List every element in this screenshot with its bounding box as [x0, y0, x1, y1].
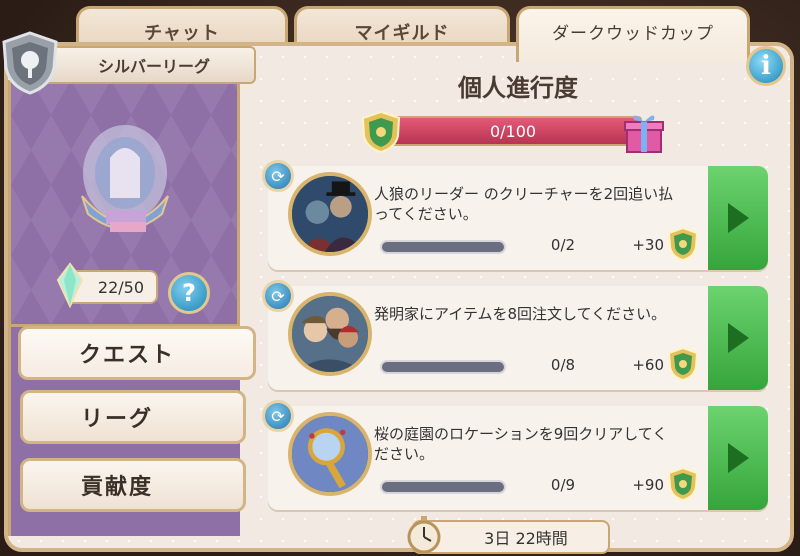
play-icon [728, 323, 749, 353]
tab-label: ダークウッドカップ [552, 24, 714, 44]
refresh-icon[interactable]: ⟳ [262, 280, 294, 312]
quest-progress-count: 0/8 [550, 356, 576, 374]
menu-label: リーグ [81, 407, 154, 432]
refresh-icon[interactable]: ⟳ [262, 160, 294, 192]
menu-label: 貢献度 [81, 475, 154, 500]
quest-progress-count: 0/9 [550, 476, 576, 494]
shield-icon [361, 110, 401, 154]
silver-shield-icon [2, 31, 58, 95]
gift-icon[interactable] [622, 110, 666, 154]
league-trophy-icon [81, 125, 169, 232]
quest-progress-bar [380, 480, 506, 494]
shield-icon [667, 346, 699, 382]
quest-reward-points: +60 [632, 356, 664, 374]
quest-reward-points: +90 [632, 476, 664, 494]
quest-portrait-image [288, 292, 372, 376]
progress-text: 0/100 [489, 121, 537, 141]
menu-league-button[interactable]: リーグ [20, 390, 246, 444]
personal-progress-bar: 0/100 [384, 116, 642, 146]
help-button[interactable]: ? [168, 272, 210, 314]
quest-description: 人狼のリーダー のクリーチャーを2回追い払ってください。 [374, 185, 674, 223]
refresh-icon[interactable]: ⟳ [262, 400, 294, 432]
info-button[interactable]: i [746, 46, 786, 86]
quest-description: 桜の庭園のロケーションを9回クリアしてください。 [374, 425, 668, 463]
menu-contribution-button[interactable]: 貢献度 [20, 458, 246, 512]
menu-label: クエスト [79, 343, 176, 368]
stopwatch-icon [407, 516, 441, 554]
quest-description: 発明家にアイテムを8回注文してください。 [374, 305, 667, 323]
tab-darkwood-cup[interactable]: ダークウッドカップ [516, 6, 750, 62]
quest-progress-bar [380, 360, 506, 374]
quest-portrait-image [288, 412, 372, 496]
werewolf-leader-image [292, 176, 368, 252]
shield-icon [667, 226, 699, 262]
play-icon [728, 443, 749, 473]
quest-card: ⟳ 発明家にアイテムを8回注文してください。 0/8 +60 [262, 280, 768, 390]
timer-text: 3日 22時間 [484, 529, 568, 548]
quest-reward-points: +30 [632, 236, 664, 254]
quest-card: ⟳ 桜の庭園のロケーションを9回クリアしてください。 0/9 +90 [262, 400, 768, 510]
play-button[interactable] [708, 406, 768, 510]
quest-portrait-image [288, 172, 372, 256]
quest-card: ⟳ 人狼のリーダー のクリーチャーを2回追い払ってください。 0/2 +30 [262, 160, 768, 270]
play-icon [728, 203, 749, 233]
shield-icon [667, 466, 699, 502]
magic-mirror-image [292, 416, 368, 492]
game-screen: チャット マイギルド ダークウッドカップ シルバーリーグ 22/50 ? クエス… [0, 0, 800, 556]
inventors-image [292, 296, 368, 372]
quest-progress-bar [380, 240, 506, 254]
play-button[interactable] [708, 286, 768, 390]
league-name: シルバーリーグ [97, 57, 210, 76]
quest-progress-count: 0/2 [550, 236, 576, 254]
menu-quests-button[interactable]: クエスト [18, 326, 256, 380]
gem-icon [56, 262, 84, 308]
page-title: 個人進行度 [458, 74, 578, 102]
gem-count: 22/50 [97, 277, 144, 297]
play-button[interactable] [708, 166, 768, 270]
